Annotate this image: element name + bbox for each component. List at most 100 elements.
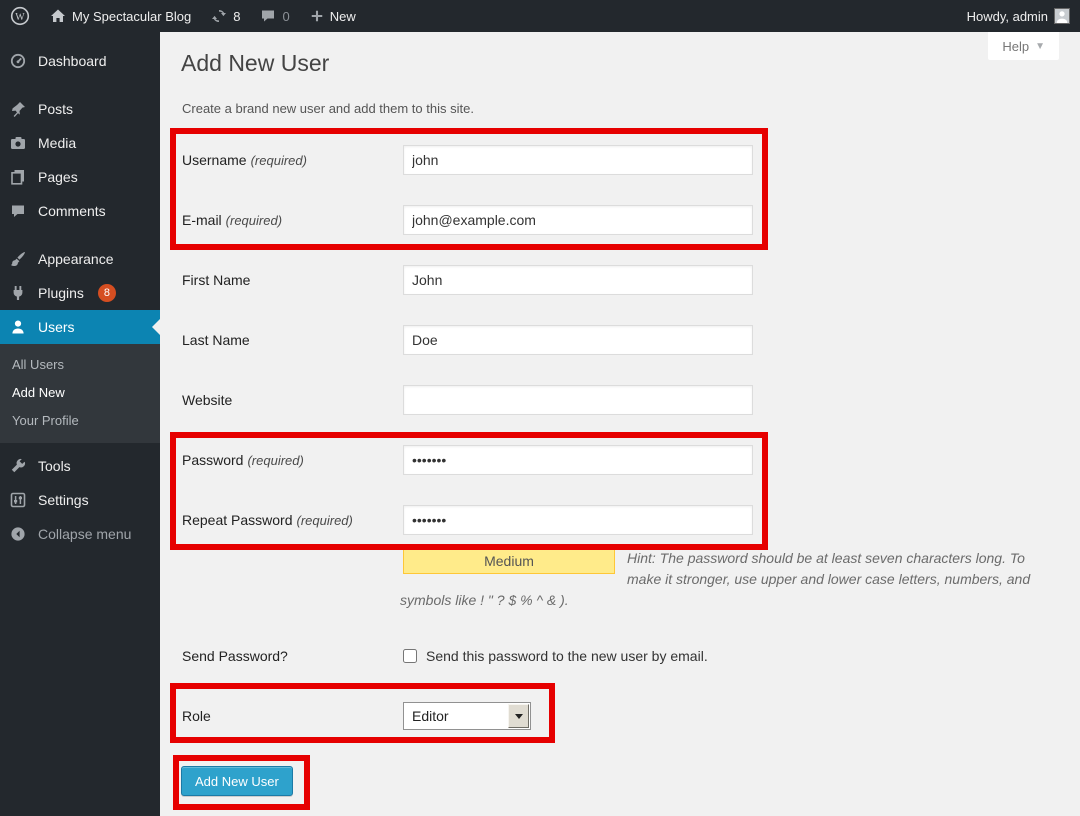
sidebar-label: Tools bbox=[38, 458, 71, 474]
role-label: Role bbox=[182, 702, 211, 730]
admin-sidebar: Dashboard Posts Media Pages Comments bbox=[0, 32, 160, 816]
send-password-label: Send Password? bbox=[182, 646, 288, 666]
role-row: Role bbox=[160, 702, 1080, 730]
page-subtitle: Create a brand new user and add them to … bbox=[182, 101, 474, 116]
send-password-checkbox-label: Send this password to the new user by em… bbox=[426, 648, 708, 664]
password-input[interactable] bbox=[403, 445, 753, 475]
sidebar-label: Media bbox=[38, 135, 76, 151]
wordpress-logo-menu[interactable]: W bbox=[0, 0, 40, 32]
sidebar-label: Settings bbox=[38, 492, 89, 508]
plugin-update-badge: 8 bbox=[98, 284, 116, 302]
add-new-user-button[interactable]: Add New User bbox=[181, 766, 293, 796]
main-content: Help ▼ Add New User Create a brand new u… bbox=[160, 32, 1080, 816]
sidebar-item-appearance[interactable]: Appearance bbox=[0, 242, 160, 276]
users-submenu: All Users Add New Your Profile bbox=[0, 344, 160, 443]
users-icon bbox=[8, 319, 28, 335]
wordpress-logo-icon: W bbox=[10, 6, 30, 26]
avatar bbox=[1054, 8, 1070, 24]
required-note: (required) bbox=[226, 213, 282, 228]
plus-icon bbox=[310, 9, 324, 23]
updates-link[interactable]: 8 bbox=[201, 0, 250, 32]
page-title: Add New User bbox=[181, 50, 329, 77]
sidebar-label: Pages bbox=[38, 169, 78, 185]
repeat-password-row: Repeat Password(required) bbox=[160, 505, 1080, 535]
comment-bubble-icon bbox=[260, 8, 276, 24]
website-row: Website bbox=[160, 385, 1080, 415]
sidebar-label: Dashboard bbox=[38, 53, 107, 69]
sidebar-item-pages[interactable]: Pages bbox=[0, 160, 160, 194]
sidebar-label: Plugins bbox=[38, 285, 84, 301]
role-select[interactable]: Editor bbox=[403, 702, 531, 730]
home-icon bbox=[50, 8, 66, 24]
howdy-text: Howdy, admin bbox=[967, 9, 1048, 24]
required-note: (required) bbox=[247, 453, 303, 468]
required-note: (required) bbox=[251, 153, 307, 168]
new-content-menu[interactable]: New bbox=[300, 0, 366, 32]
pages-icon bbox=[8, 169, 28, 185]
sidebar-item-users[interactable]: Users bbox=[0, 310, 160, 344]
repeat-password-input[interactable] bbox=[403, 505, 753, 535]
menu-separator bbox=[0, 78, 160, 92]
website-label: Website bbox=[182, 385, 232, 415]
last-name-row: Last Name bbox=[160, 325, 1080, 355]
account-menu[interactable]: Howdy, admin bbox=[957, 0, 1080, 32]
wrench-icon bbox=[8, 458, 28, 474]
website-input[interactable] bbox=[403, 385, 753, 415]
email-row: E-mail(required) bbox=[160, 205, 1080, 235]
dropdown-button[interactable] bbox=[508, 704, 529, 728]
sidebar-label: Comments bbox=[38, 203, 106, 219]
first-name-input[interactable] bbox=[403, 265, 753, 295]
password-strength-meter: Medium bbox=[403, 548, 615, 574]
email-label: E-mail(required) bbox=[182, 205, 282, 236]
sidebar-item-tools[interactable]: Tools bbox=[0, 449, 160, 483]
sidebar-item-dashboard[interactable]: Dashboard bbox=[0, 44, 160, 78]
submenu-item-all-users[interactable]: All Users bbox=[0, 351, 160, 379]
sidebar-label: Appearance bbox=[38, 251, 114, 267]
active-menu-arrow bbox=[144, 319, 160, 335]
sidebar-label: Collapse menu bbox=[38, 526, 131, 542]
comments-icon bbox=[8, 203, 28, 219]
sidebar-label: Posts bbox=[38, 101, 73, 117]
submenu-item-add-new[interactable]: Add New bbox=[0, 379, 160, 407]
sidebar-item-posts[interactable]: Posts bbox=[0, 92, 160, 126]
updates-icon bbox=[211, 8, 227, 24]
username-input[interactable] bbox=[403, 145, 753, 175]
sidebar-item-collapse-menu[interactable]: Collapse menu bbox=[0, 517, 160, 551]
sidebar-item-comments[interactable]: Comments bbox=[0, 194, 160, 228]
help-label: Help bbox=[1002, 39, 1029, 54]
media-icon bbox=[8, 135, 28, 151]
comment-count: 0 bbox=[282, 9, 289, 24]
paintbrush-icon bbox=[8, 251, 28, 267]
sidebar-item-plugins[interactable]: Plugins 8 bbox=[0, 276, 160, 310]
role-selected-value: Editor bbox=[404, 708, 508, 724]
username-label: Username(required) bbox=[182, 145, 307, 176]
send-password-checkbox[interactable] bbox=[403, 649, 417, 663]
repeat-password-label: Repeat Password(required) bbox=[182, 505, 353, 536]
email-input[interactable] bbox=[403, 205, 753, 235]
sidebar-item-settings[interactable]: Settings bbox=[0, 483, 160, 517]
collapse-icon bbox=[8, 526, 28, 542]
send-password-row: Send Password? Send this password to the… bbox=[160, 646, 1080, 668]
required-note: (required) bbox=[297, 513, 353, 528]
chevron-down-icon bbox=[515, 714, 523, 723]
last-name-label: Last Name bbox=[182, 325, 250, 355]
last-name-input[interactable] bbox=[403, 325, 753, 355]
username-row: Username(required) bbox=[160, 145, 1080, 175]
password-label: Password(required) bbox=[182, 445, 304, 476]
site-name-link[interactable]: My Spectacular Blog bbox=[40, 0, 201, 32]
pin-icon bbox=[8, 101, 28, 117]
password-row: Password(required) bbox=[160, 445, 1080, 475]
admin-bar: W My Spectacular Blog 8 0 New Howdy, adm… bbox=[0, 0, 1080, 32]
site-name-label: My Spectacular Blog bbox=[72, 9, 191, 24]
settings-icon bbox=[8, 492, 28, 508]
help-button[interactable]: Help ▼ bbox=[988, 32, 1059, 60]
plugin-icon bbox=[8, 285, 28, 301]
new-label: New bbox=[330, 9, 356, 24]
submenu-item-your-profile[interactable]: Your Profile bbox=[0, 407, 160, 435]
chevron-down-icon: ▼ bbox=[1035, 41, 1045, 52]
menu-separator bbox=[0, 228, 160, 242]
comments-link[interactable]: 0 bbox=[250, 0, 299, 32]
first-name-label: First Name bbox=[182, 265, 250, 295]
sidebar-item-media[interactable]: Media bbox=[0, 126, 160, 160]
password-hint: Medium Hint: The password should be at l… bbox=[400, 548, 1040, 611]
